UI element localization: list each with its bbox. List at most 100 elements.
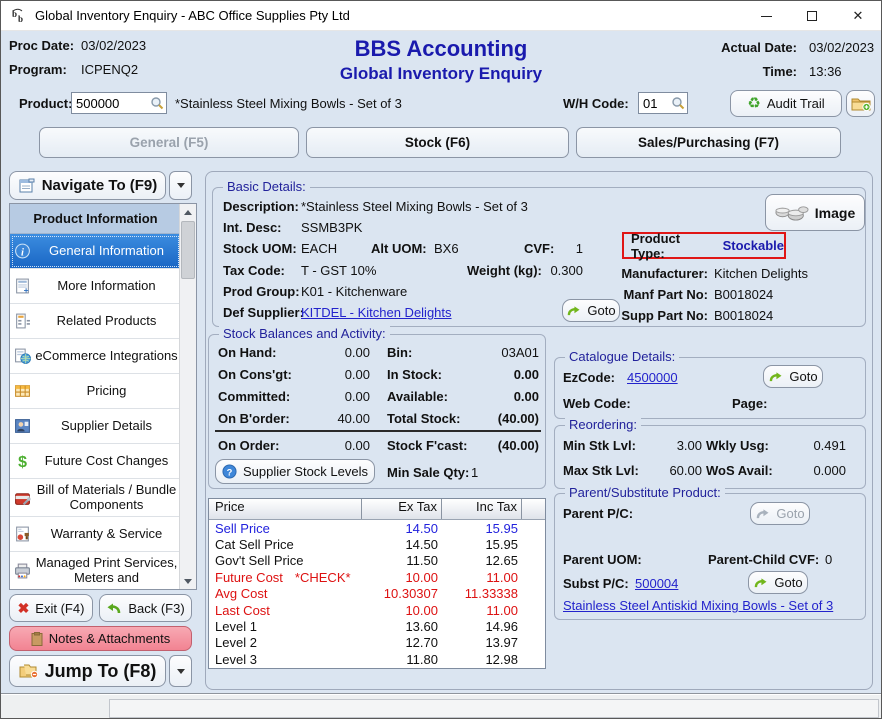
tab-general[interactable]: General (F5): [39, 127, 299, 158]
min-stk-value: 3.00: [677, 438, 702, 453]
product-search-icon[interactable]: [150, 96, 164, 110]
table-row[interactable]: Future Cost*CHECK*10.0011.00: [209, 569, 545, 585]
sidebar-scrollbar[interactable]: [179, 204, 196, 589]
on-border-value: 40.00: [337, 411, 370, 426]
divider: [215, 430, 541, 432]
back-button[interactable]: Back (F3): [99, 594, 192, 622]
sidebar-item-label: eCommerce Integrations: [35, 349, 177, 364]
sidebar-item-label: More Information: [57, 279, 155, 294]
image-button[interactable]: Image: [765, 194, 865, 231]
product-input[interactable]: [72, 93, 150, 113]
actual-date-label: Actual Date:: [701, 40, 797, 55]
description-value: *Stainless Steel Mixing Bowls - Set of 3: [301, 199, 528, 214]
sidebar-item-ecommerce-integrations[interactable]: eCommerce Integrations: [10, 339, 181, 374]
navigate-to-button[interactable]: Navigate To (F9): [9, 171, 166, 200]
close-icon: ✕: [853, 8, 864, 24]
sidebar-item-label: Supplier Details: [61, 419, 152, 434]
notes-attachments-button[interactable]: Notes & Attachments: [9, 626, 192, 651]
table-row[interactable]: Level 113.6014.96: [209, 618, 545, 634]
wh-code-input[interactable]: [639, 93, 671, 113]
reordering-title: Reordering:: [565, 417, 641, 432]
bin-value: 03A01: [501, 345, 539, 360]
table-row[interactable]: Cat Sell Price14.5015.95: [209, 536, 545, 552]
nav-section-header: Product Information: [10, 204, 181, 234]
subst-pc-link[interactable]: 500004: [635, 576, 678, 591]
audit-trail-button[interactable]: ♻ Audit Trail: [730, 90, 842, 117]
tab-sales-purchasing-label: Sales/Purchasing (F7): [638, 135, 779, 150]
table-row[interactable]: Sell Price14.5015.95: [209, 520, 545, 536]
sidebar-item-more-information[interactable]: + More Information: [10, 269, 181, 304]
supp-part-label: Supp Part No:: [621, 308, 708, 323]
product-field: [71, 92, 167, 114]
tab-sales-purchasing[interactable]: Sales/Purchasing (F7): [576, 127, 841, 158]
sidebar-item-label: Future Cost Changes: [45, 454, 169, 469]
clipboard-icon: [31, 632, 43, 646]
int-desc-label: Int. Desc:: [223, 220, 282, 235]
wh-search-icon[interactable]: [671, 96, 685, 110]
ezcode-goto-button[interactable]: Goto: [763, 365, 823, 388]
sidebar-item-managed-print-services[interactable]: Managed Print Services, Meters and: [10, 552, 181, 590]
info-icon: i: [14, 243, 31, 260]
substitute-product-link[interactable]: Stainless Steel Antiskid Mixing Bowls - …: [563, 598, 833, 613]
stock-balances-group: Stock Balances and Activity: On Hand: 0.…: [208, 334, 546, 489]
parent-uom-label: Parent UOM:: [563, 552, 642, 567]
def-supplier-link[interactable]: KITDEL - Kitchen Delights: [301, 305, 452, 320]
toolbox-icon: [14, 489, 31, 506]
sidebar-item-label: Warranty & Service: [51, 527, 163, 542]
scroll-up-icon[interactable]: [180, 204, 196, 220]
cvf-value: 1: [576, 241, 583, 256]
col-ex-tax: Ex Tax: [362, 499, 442, 519]
sidebar-item-future-cost-changes[interactable]: $ Future Cost Changes: [10, 444, 181, 479]
exit-label: Exit (F4): [35, 601, 84, 616]
sidebar-item-related-products[interactable]: Related Products: [10, 304, 181, 339]
min-sale-qty-value: 1: [471, 465, 478, 480]
dollar-icon: $: [14, 453, 31, 470]
status-bar: [1, 693, 881, 719]
on-hand-value: 0.00: [345, 345, 370, 360]
close-button[interactable]: ✕: [835, 1, 881, 31]
alt-uom-label: Alt UOM:: [371, 241, 427, 256]
tax-code-value: T - GST 10%: [301, 263, 376, 278]
goto-label: Goto: [774, 575, 802, 590]
parent-substitute-title: Parent/Substitute Product:: [565, 485, 725, 500]
table-row[interactable]: Last Cost10.0011.00: [209, 602, 545, 618]
sidebar-item-bill-of-materials[interactable]: Bill of Materials / Bundle Components: [10, 479, 181, 517]
ezcode-link[interactable]: 4500000: [627, 370, 678, 385]
jump-to-dropdown[interactable]: [169, 655, 192, 687]
goto-arrow-icon: [753, 577, 768, 589]
table-row[interactable]: Gov't Sell Price11.5012.65: [209, 553, 545, 569]
new-attachment-button[interactable]: [846, 90, 875, 117]
exit-x-icon: ✖: [18, 600, 30, 617]
minimize-button[interactable]: [743, 1, 789, 31]
bin-label: Bin:: [387, 345, 412, 360]
table-row[interactable]: Level 311.8012.98: [209, 651, 545, 667]
jump-to-button[interactable]: Jump To (F8): [9, 655, 166, 687]
scroll-down-icon[interactable]: [180, 573, 196, 589]
help-icon: ?: [222, 464, 237, 479]
svg-text:$: $: [18, 454, 27, 470]
sidebar-item-pricing[interactable]: Pricing: [10, 374, 181, 409]
maximize-button[interactable]: [789, 1, 835, 31]
subst-goto-button[interactable]: Goto: [748, 571, 808, 594]
sidebar-item-label: Managed Print Services, Meters and: [34, 556, 179, 585]
tax-code-label: Tax Code:: [223, 263, 285, 278]
table-row[interactable]: Level 212.7013.97: [209, 635, 545, 651]
recycle-icon: ♻: [747, 96, 760, 111]
navigate-to-dropdown[interactable]: [169, 171, 192, 200]
col-inc-tax: Inc Tax: [442, 499, 522, 519]
sidebar-item-supplier-details[interactable]: Supplier Details: [10, 409, 181, 444]
sidebar-item-general-information[interactable]: i General Information: [10, 234, 181, 269]
supp-part-value: B0018024: [714, 308, 773, 323]
scrollbar-thumb[interactable]: [181, 221, 195, 279]
tab-stock-label: Stock (F6): [405, 135, 470, 150]
supplier-stock-levels-button[interactable]: ? Supplier Stock Levels: [215, 459, 375, 484]
parent-child-cvf-label: Parent-Child CVF:: [708, 552, 819, 567]
exit-button[interactable]: ✖ Exit (F4): [9, 594, 93, 622]
product-image-thumbnail: [775, 204, 809, 221]
product-type-label: Product Type:: [631, 231, 715, 261]
sidebar-item-label: General Information: [49, 244, 164, 259]
tab-stock[interactable]: Stock (F6): [306, 127, 569, 158]
max-stk-value: 60.00: [669, 463, 702, 478]
sidebar-item-warranty-service[interactable]: Warranty & Service: [10, 517, 181, 552]
table-row[interactable]: Avg Cost10.3030711.33338: [209, 586, 545, 602]
